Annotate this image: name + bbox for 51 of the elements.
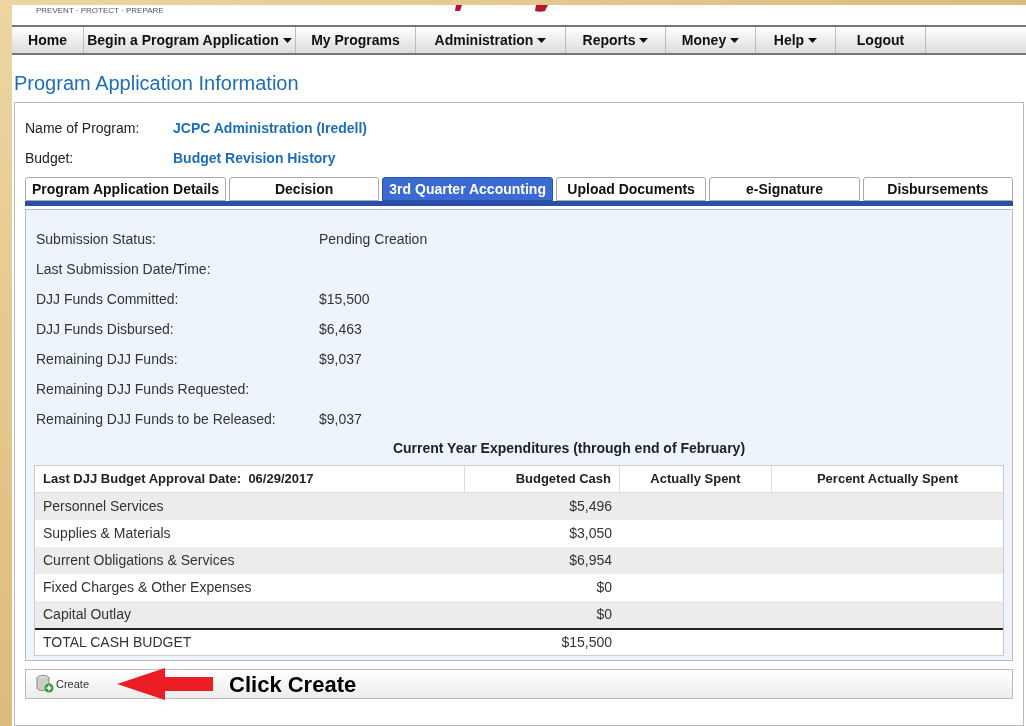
annotation: Click Create bbox=[229, 670, 357, 699]
nav-item[interactable]: Reports bbox=[566, 27, 666, 53]
tab[interactable]: Disbursements bbox=[862, 177, 1014, 201]
info-label: Name of Program: bbox=[25, 118, 141, 138]
nav-item[interactable]: Home bbox=[12, 27, 84, 53]
tab[interactable]: Upload Documents bbox=[555, 177, 707, 201]
column-header: Percent Actually Spent bbox=[815, 470, 960, 489]
field-value: $6,463 bbox=[319, 319, 362, 339]
table-cell-text: Supplies & Materials bbox=[42, 524, 172, 543]
info-label: Budget: bbox=[25, 148, 75, 168]
field-value: $15,500 bbox=[319, 289, 370, 309]
table-cell-text: $3,050 bbox=[568, 524, 613, 543]
column-header: Last DJJ Budget Approval Date: 06/29/2017 bbox=[35, 466, 465, 492]
table-cell-text: Fixed Charges & Other Expenses bbox=[42, 578, 253, 597]
info-link[interactable]: JCPC Administration (Iredell) bbox=[173, 117, 367, 139]
tagline: PREVENT · PROTECT · PREPARE bbox=[36, 6, 164, 16]
table-cell-text: Personnel Services bbox=[42, 497, 165, 516]
column-header: Budgeted Cash bbox=[465, 466, 620, 492]
table-cell-text: $5,496 bbox=[568, 497, 613, 516]
table-cell-text: $0 bbox=[595, 605, 613, 624]
field-label: Remaining DJJ Funds Requested: bbox=[36, 379, 251, 399]
create-button[interactable]: Create bbox=[36, 673, 90, 695]
tab[interactable]: Decision bbox=[228, 177, 380, 201]
field-value: $9,037 bbox=[319, 409, 362, 429]
tab[interactable]: 3rd Quarter Accounting bbox=[382, 177, 553, 201]
tab[interactable]: Program Application Details bbox=[25, 177, 226, 201]
table-cell-text: Current Obligations & Services bbox=[42, 551, 236, 570]
table-cell-text: Capital Outlay bbox=[42, 605, 132, 624]
field-value: Pending Creation bbox=[319, 229, 428, 249]
table-title: Current Year Expenditures (through end of February) bbox=[391, 439, 747, 458]
nav-item[interactable]: My Programs bbox=[296, 27, 416, 53]
page-title: Program Application Information bbox=[14, 71, 300, 95]
table-cell-text: $0 bbox=[595, 578, 613, 597]
info-link[interactable]: Budget Revision History bbox=[173, 147, 336, 169]
nav-item[interactable]: Begin a Program Application bbox=[84, 27, 296, 53]
table-cell-text: $6,954 bbox=[568, 551, 613, 570]
field-label: Remaining DJJ Funds to be Released: bbox=[36, 409, 277, 429]
nav-item[interactable]: Help bbox=[756, 27, 836, 53]
field-label: DJJ Funds Disbursed: bbox=[36, 319, 175, 339]
nav-item[interactable]: Money bbox=[666, 27, 756, 53]
field-value: $9,037 bbox=[319, 349, 362, 369]
tab[interactable]: e-Signature bbox=[709, 177, 860, 201]
field-label: DJJ Funds Committed: bbox=[36, 289, 180, 309]
table-cell-text: $15,500 bbox=[560, 633, 613, 652]
field-label: Last Submission Date/Time: bbox=[36, 259, 212, 279]
field-label: Submission Status: bbox=[36, 229, 157, 249]
field-label: Remaining DJJ Funds: bbox=[36, 349, 179, 369]
table-cell-text: TOTAL CASH BUDGET bbox=[42, 633, 193, 652]
column-header: Actually Spent bbox=[620, 466, 772, 492]
nav-item[interactable]: Administration bbox=[416, 27, 566, 53]
nav-item[interactable]: Logout bbox=[836, 27, 926, 53]
